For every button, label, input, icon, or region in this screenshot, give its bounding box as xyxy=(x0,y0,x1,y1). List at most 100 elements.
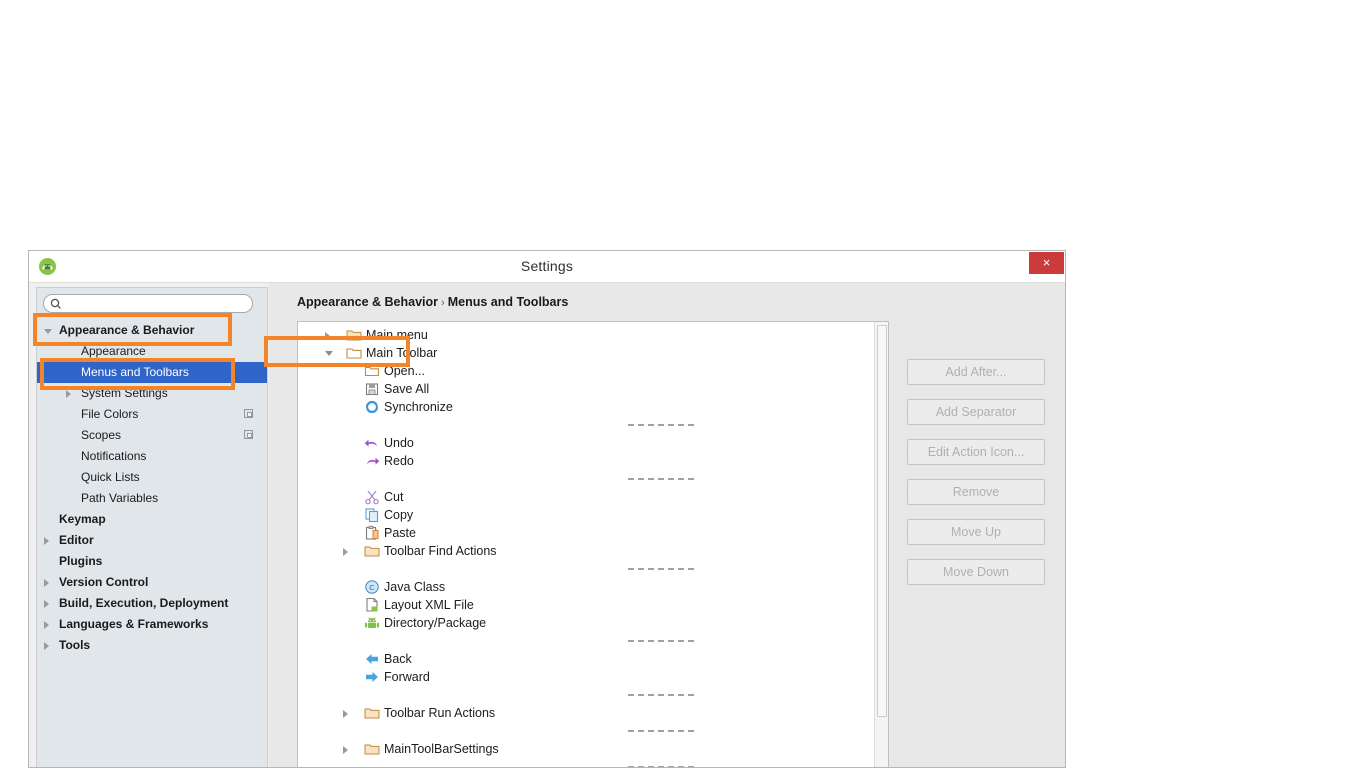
action-label: Java Class xyxy=(384,580,446,594)
action-label: Redo xyxy=(384,454,414,468)
folder-icon xyxy=(364,704,380,720)
sidebar-item-label: Version Control xyxy=(59,575,149,589)
action-row[interactable]: Open... xyxy=(298,362,874,380)
forward-arrow-icon xyxy=(364,668,380,684)
action-row[interactable]: Copy xyxy=(298,506,874,524)
toolbar-separator-row[interactable] xyxy=(298,416,874,434)
action-label: Main Toolbar xyxy=(366,346,438,360)
sidebar-item-languages-frameworks[interactable]: Languages & Frameworks xyxy=(37,614,267,635)
sidebar-item-build-execution-deployment[interactable]: Build, Execution, Deployment xyxy=(37,593,267,614)
sidebar-item-path-variables[interactable]: Path Variables xyxy=(37,488,267,509)
breadcrumb-current: Menus and Toolbars xyxy=(447,295,569,309)
close-icon[interactable]: × xyxy=(1029,252,1064,274)
search-icon xyxy=(50,298,61,309)
toolbar-separator-row[interactable] xyxy=(298,470,874,488)
action-row[interactable]: Layout XML File xyxy=(298,596,874,614)
action-buttons: Add After... Add Separator Edit Action Ico… xyxy=(907,359,1045,599)
action-row[interactable]: Main menu xyxy=(298,326,874,344)
settings-content: Appearance & Behavior › Menus and Toolbars… xyxy=(269,283,1065,767)
action-row[interactable]: Save All xyxy=(298,380,874,398)
sidebar-item-editor[interactable]: Editor xyxy=(37,530,267,551)
settings-category-tree[interactable]: Appearance & Behavior Appearance Menus and… xyxy=(37,320,267,767)
actions-scrollbar[interactable] xyxy=(874,322,888,767)
sidebar-item-label: Quick Lists xyxy=(81,470,140,484)
chevron-right-icon[interactable] xyxy=(343,548,348,556)
chevron-right-icon[interactable] xyxy=(66,390,71,398)
sidebar-item-label: Plugins xyxy=(59,554,103,568)
sidebar-item-label: Menus and Toolbars xyxy=(81,365,189,379)
sidebar-item-plugins[interactable]: Plugins xyxy=(37,551,267,572)
undo-icon xyxy=(364,434,380,450)
separator-dashes xyxy=(628,568,694,570)
sidebar-item-quick-lists[interactable]: Quick Lists xyxy=(37,467,267,488)
action-row[interactable]: Directory/Package xyxy=(298,614,874,632)
toolbar-separator-row[interactable] xyxy=(298,722,874,740)
sidebar-item-label: Build, Execution, Deployment xyxy=(59,596,229,610)
chevron-right-icon[interactable] xyxy=(44,642,49,650)
actions-scrollbar-thumb[interactable] xyxy=(877,325,887,717)
action-row[interactable]: Forward xyxy=(298,668,874,686)
folder-small-icon xyxy=(364,362,380,378)
action-row[interactable]: Paste xyxy=(298,524,874,542)
toolbar-separator-row[interactable] xyxy=(298,758,874,767)
breadcrumb-parent: Appearance & Behavior xyxy=(297,295,439,309)
folder-icon xyxy=(364,542,380,558)
action-label: Undo xyxy=(384,436,414,450)
chevron-down-icon[interactable] xyxy=(44,329,52,334)
sidebar-item-file-colors[interactable]: File Colors xyxy=(37,404,267,425)
action-row[interactable]: C Java Class xyxy=(298,578,874,596)
screen: Settings × Appearance & Behavior Appearan… xyxy=(0,0,1366,768)
action-row[interactable]: Redo xyxy=(298,452,874,470)
sidebar-item-label: File Colors xyxy=(81,407,139,421)
sidebar-item-scopes[interactable]: Scopes xyxy=(37,425,267,446)
sidebar-item-label: Appearance xyxy=(81,344,146,358)
sidebar-item-appearance[interactable]: Appearance xyxy=(37,341,267,362)
sidebar-item-label: System Settings xyxy=(81,386,168,400)
chevron-right-icon[interactable] xyxy=(343,710,348,718)
action-row[interactable]: Cut xyxy=(298,488,874,506)
move-down-button: Move Down xyxy=(907,559,1045,585)
sidebar-item-menus-and-toolbars[interactable]: Menus and Toolbars xyxy=(37,362,267,383)
action-row[interactable]: Undo xyxy=(298,434,874,452)
sidebar-item-version-control[interactable]: Version Control xyxy=(37,572,267,593)
sidebar-item-notifications[interactable]: Notifications xyxy=(37,446,267,467)
actions-tree[interactable]: Main menu Main Toolbar Open... Save All Sync… xyxy=(298,326,874,767)
action-row[interactable]: Back xyxy=(298,650,874,668)
search-field[interactable] xyxy=(43,294,253,314)
title-bar: Settings × xyxy=(29,251,1065,283)
chevron-right-icon[interactable] xyxy=(44,537,49,545)
sidebar-item-keymap[interactable]: Keymap xyxy=(37,509,267,530)
action-label: MainToolBarSettings xyxy=(384,742,499,756)
remove-button: Remove xyxy=(907,479,1045,505)
action-label: Save All xyxy=(384,382,430,396)
chevron-right-icon[interactable] xyxy=(44,579,49,587)
action-row[interactable]: Synchronize xyxy=(298,398,874,416)
action-row[interactable]: Toolbar Find Actions xyxy=(298,542,874,560)
actions-list-panel: Main menu Main Toolbar Open... Save All Sync… xyxy=(297,321,889,767)
settings-sidebar: Appearance & Behavior Appearance Menus and… xyxy=(36,287,268,767)
action-label: Cut xyxy=(384,490,404,504)
sidebar-item-label: Scopes xyxy=(81,428,122,442)
add-after-button: Add After... xyxy=(907,359,1045,385)
toolbar-separator-row[interactable] xyxy=(298,560,874,578)
toolbar-separator-row[interactable] xyxy=(298,632,874,650)
chevron-right-icon[interactable] xyxy=(325,332,330,340)
java-class-icon: C xyxy=(364,578,380,594)
action-row[interactable]: Toolbar Run Actions xyxy=(298,704,874,722)
action-row[interactable]: MainToolBarSettings xyxy=(298,740,874,758)
search-input[interactable] xyxy=(66,295,246,314)
copy-settings-icon[interactable] xyxy=(244,430,253,439)
copy-settings-icon[interactable] xyxy=(244,409,253,418)
sidebar-item-tools[interactable]: Tools xyxy=(37,635,267,656)
sidebar-item-system-settings[interactable]: System Settings xyxy=(37,383,267,404)
chevron-down-icon[interactable] xyxy=(325,351,333,356)
action-label: Copy xyxy=(384,508,414,522)
action-row[interactable]: Main Toolbar xyxy=(298,344,874,362)
chevron-right-icon[interactable] xyxy=(343,746,348,754)
sidebar-item-label: Languages & Frameworks xyxy=(59,617,209,631)
sidebar-item-appearance-behavior[interactable]: Appearance & Behavior xyxy=(37,320,267,341)
chevron-right-icon[interactable] xyxy=(44,600,49,608)
chevron-right-icon[interactable] xyxy=(44,621,49,629)
toolbar-separator-row[interactable] xyxy=(298,686,874,704)
folder-icon xyxy=(346,326,362,342)
